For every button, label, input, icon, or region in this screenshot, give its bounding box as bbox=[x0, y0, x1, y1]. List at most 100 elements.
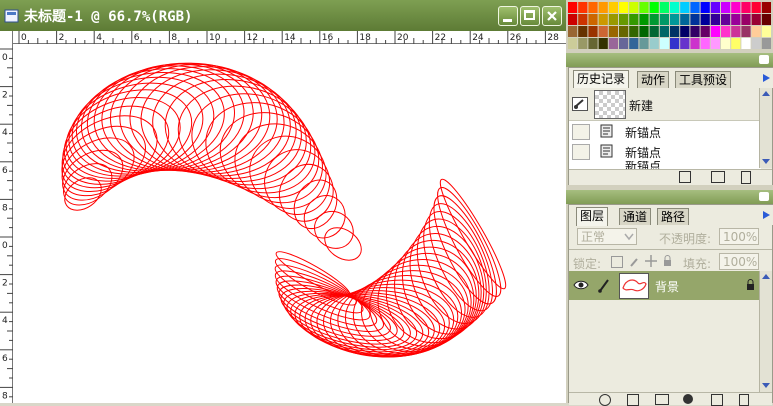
camera-icon[interactable] bbox=[711, 171, 725, 183]
swatch[interactable] bbox=[731, 26, 741, 37]
swatch[interactable] bbox=[619, 26, 629, 37]
swatch[interactable] bbox=[731, 2, 741, 13]
swatch[interactable] bbox=[608, 38, 618, 49]
swatch[interactable] bbox=[700, 2, 710, 13]
swatch[interactable] bbox=[568, 2, 578, 13]
swatch[interactable] bbox=[710, 2, 720, 13]
swatch[interactable] bbox=[588, 14, 598, 25]
swatch[interactable] bbox=[670, 14, 680, 25]
swatch[interactable] bbox=[639, 26, 649, 37]
swatch[interactable] bbox=[741, 2, 751, 13]
swatch[interactable] bbox=[629, 38, 639, 49]
tab-channels[interactable]: 通道 bbox=[619, 208, 652, 225]
new-document-icon[interactable] bbox=[679, 171, 691, 183]
swatch[interactable] bbox=[629, 26, 639, 37]
swatch[interactable] bbox=[690, 14, 700, 25]
swatch[interactable] bbox=[761, 38, 771, 49]
panel-arrow-icon[interactable] bbox=[762, 210, 771, 220]
maximize-button[interactable] bbox=[520, 6, 540, 26]
swatch[interactable] bbox=[721, 26, 731, 37]
tab-layers[interactable]: 图层 bbox=[576, 207, 609, 226]
swatch[interactable] bbox=[619, 14, 629, 25]
brush-link-icon[interactable] bbox=[597, 277, 611, 293]
swatch[interactable] bbox=[710, 14, 720, 25]
add-mask-icon[interactable] bbox=[627, 394, 639, 406]
swatch[interactable] bbox=[690, 38, 700, 49]
swatch[interactable] bbox=[639, 2, 649, 13]
history-panel-header[interactable] bbox=[566, 53, 773, 67]
delete-layer-icon[interactable] bbox=[739, 394, 749, 406]
history-scrollbar[interactable] bbox=[759, 88, 772, 168]
history-item[interactable]: 新锚点 bbox=[569, 141, 761, 162]
swatch[interactable] bbox=[680, 26, 690, 37]
swatch[interactable] bbox=[588, 2, 598, 13]
lock-all-icon[interactable] bbox=[663, 255, 672, 267]
swatch[interactable] bbox=[700, 26, 710, 37]
layers-scrollbar[interactable] bbox=[759, 271, 772, 392]
swatch[interactable] bbox=[578, 14, 588, 25]
swatch[interactable] bbox=[670, 26, 680, 37]
opacity-field[interactable]: 100% bbox=[719, 228, 759, 245]
swatch[interactable] bbox=[761, 26, 771, 37]
swatch[interactable] bbox=[649, 26, 659, 37]
swatch[interactable] bbox=[588, 26, 598, 37]
swatch[interactable] bbox=[639, 14, 649, 25]
swatch[interactable] bbox=[659, 2, 669, 13]
swatch[interactable] bbox=[598, 2, 608, 13]
swatch[interactable] bbox=[761, 14, 771, 25]
history-snapshot-row[interactable]: 新建 bbox=[569, 88, 761, 121]
layer-style-icon[interactable] bbox=[599, 394, 611, 406]
swatch[interactable] bbox=[731, 38, 741, 49]
swatch[interactable] bbox=[741, 26, 751, 37]
panel-menu-icon[interactable] bbox=[759, 55, 769, 64]
swatch[interactable] bbox=[659, 14, 669, 25]
eye-visibility-icon[interactable] bbox=[573, 279, 589, 291]
swatch[interactable] bbox=[700, 14, 710, 25]
swatch[interactable] bbox=[578, 2, 588, 13]
vertical-ruler[interactable]: 0 2 4 6 8 0 2 4 6 8 bbox=[0, 31, 13, 403]
new-layer-icon[interactable] bbox=[711, 394, 723, 406]
document-canvas[interactable] bbox=[13, 44, 566, 403]
swatch[interactable] bbox=[568, 38, 578, 49]
layer-row-background[interactable]: 背景 bbox=[569, 271, 761, 300]
layers-panel-header[interactable] bbox=[566, 190, 773, 204]
swatch[interactable] bbox=[741, 14, 751, 25]
panel-arrow-icon[interactable] bbox=[762, 73, 771, 83]
swatch[interactable] bbox=[619, 2, 629, 13]
swatch[interactable] bbox=[700, 38, 710, 49]
swatch[interactable] bbox=[670, 38, 680, 49]
swatch[interactable] bbox=[608, 2, 618, 13]
close-button[interactable] bbox=[542, 6, 562, 26]
tab-actions[interactable]: 动作 bbox=[637, 71, 670, 88]
lock-transparency-icon[interactable] bbox=[611, 256, 623, 268]
swatch[interactable] bbox=[731, 14, 741, 25]
history-state-checkbox[interactable] bbox=[572, 124, 590, 140]
minimize-button[interactable] bbox=[498, 6, 518, 26]
panel-menu-icon[interactable] bbox=[759, 192, 769, 201]
swatch[interactable] bbox=[751, 26, 761, 37]
swatch[interactable] bbox=[721, 2, 731, 13]
swatch[interactable] bbox=[741, 38, 751, 49]
swatch[interactable] bbox=[578, 26, 588, 37]
swatch[interactable] bbox=[608, 26, 618, 37]
swatch[interactable] bbox=[721, 14, 731, 25]
swatch[interactable] bbox=[649, 2, 659, 13]
swatch[interactable] bbox=[568, 26, 578, 37]
swatch[interactable] bbox=[598, 38, 608, 49]
horizontal-ruler[interactable]: 0 2 4 6 8 10 12 14 16 18 20 22 24 26 28 bbox=[13, 31, 566, 44]
swatch[interactable] bbox=[659, 26, 669, 37]
swatch[interactable] bbox=[710, 38, 720, 49]
swatch[interactable] bbox=[751, 14, 761, 25]
swatches-palette[interactable] bbox=[568, 0, 773, 52]
new-group-icon[interactable] bbox=[655, 394, 669, 405]
swatch[interactable] bbox=[680, 14, 690, 25]
swatch[interactable] bbox=[690, 2, 700, 13]
swatch[interactable] bbox=[578, 38, 588, 49]
swatch[interactable] bbox=[619, 38, 629, 49]
swatch[interactable] bbox=[721, 38, 731, 49]
title-bar[interactable]: 未标题-1 @ 66.7%(RGB) bbox=[0, 0, 566, 32]
tab-paths[interactable]: 路径 bbox=[657, 208, 690, 225]
history-item[interactable]: 新锚点 bbox=[569, 121, 761, 142]
swatch[interactable] bbox=[670, 2, 680, 13]
swatch[interactable] bbox=[761, 2, 771, 13]
